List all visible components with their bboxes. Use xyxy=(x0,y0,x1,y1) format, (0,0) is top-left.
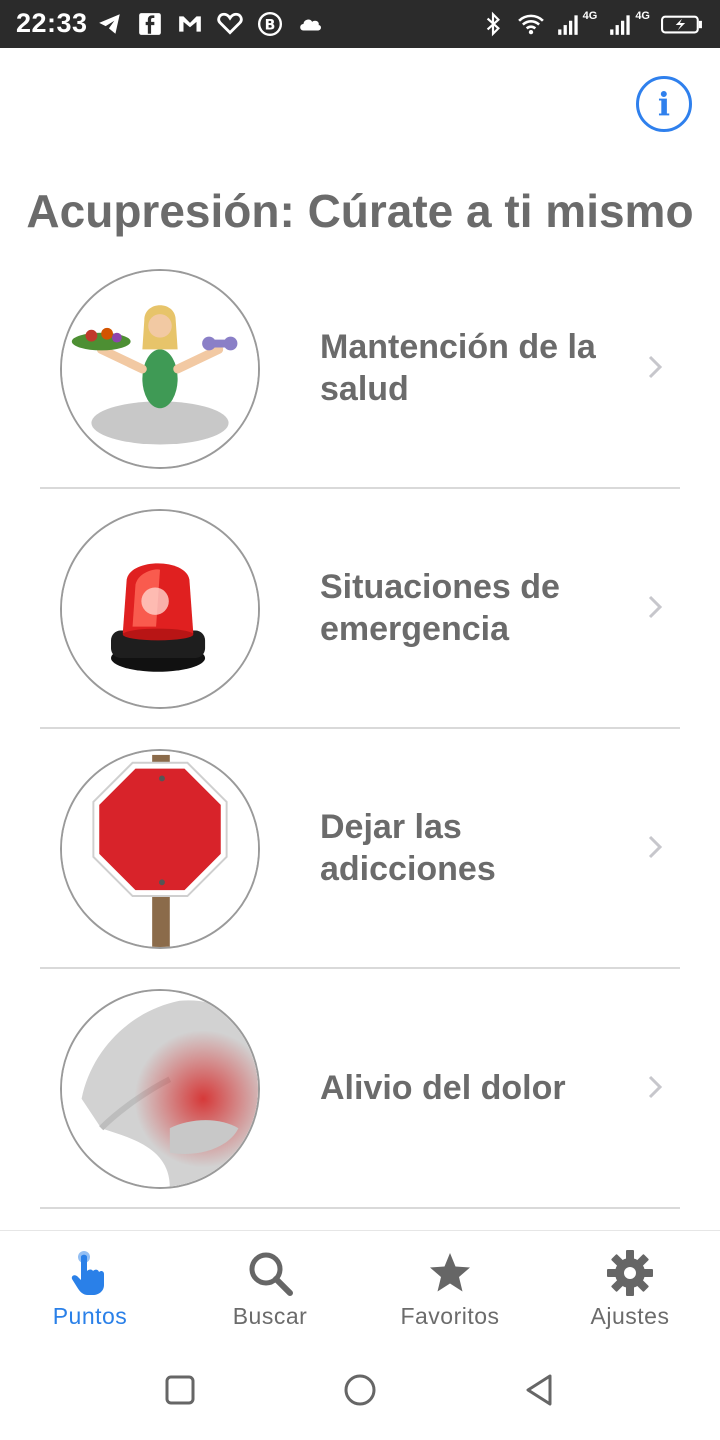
signal-icon xyxy=(555,10,583,38)
heart-icon xyxy=(216,10,244,38)
gmail-icon xyxy=(176,10,204,38)
category-item-emergency[interactable]: Situaciones de emergencia xyxy=(40,489,680,729)
cloud-icon xyxy=(296,10,324,38)
telegram-icon xyxy=(96,10,124,38)
facebook-icon xyxy=(136,10,164,38)
battery-charging-icon xyxy=(660,10,704,38)
recents-button[interactable] xyxy=(160,1370,200,1410)
chevron-right-icon xyxy=(648,835,663,859)
page-title: Acupresión: Cúrate a ti mismo xyxy=(26,185,694,237)
category-item-partial[interactable] xyxy=(40,1209,680,1229)
chevron-right-icon xyxy=(648,1075,663,1099)
network-type-label: 4G xyxy=(582,10,598,22)
category-image-stop-sign xyxy=(60,749,260,949)
category-image-woman-yoga xyxy=(60,269,260,469)
tab-ajustes[interactable]: Ajustes xyxy=(540,1231,720,1341)
tab-favoritos[interactable]: Favoritos xyxy=(360,1231,540,1341)
status-time: 22:33 xyxy=(16,8,88,38)
category-item-pain-relief[interactable]: Alivio del dolor xyxy=(40,969,680,1209)
system-navigation-bar xyxy=(0,1340,720,1440)
tab-label: Favoritos xyxy=(400,1303,500,1329)
status-bar: 22:33 B 4G 4G xyxy=(0,0,720,48)
category-label: Mantención de la salud xyxy=(320,328,596,408)
category-list[interactable]: Mantención de la salud Situaciones de em… xyxy=(40,249,680,1229)
square-icon xyxy=(165,1375,195,1405)
signal-icon xyxy=(607,10,635,38)
pointing-hand-icon xyxy=(71,1251,104,1295)
back-triangle-icon xyxy=(526,1374,552,1406)
svg-text:B: B xyxy=(265,17,276,33)
wifi-icon xyxy=(517,10,545,38)
gear-icon xyxy=(607,1250,653,1296)
network-type-label: 4G xyxy=(635,10,650,22)
category-image-back-pain xyxy=(60,989,260,1189)
category-image-siren xyxy=(60,509,260,709)
chevron-right-icon xyxy=(648,355,663,379)
home-button[interactable] xyxy=(340,1370,380,1410)
search-icon xyxy=(249,1252,293,1296)
info-button[interactable]: i xyxy=(636,76,692,132)
tab-buscar[interactable]: Buscar xyxy=(180,1231,360,1341)
info-icon: i xyxy=(657,85,671,123)
circle-icon xyxy=(344,1374,376,1406)
bluetooth-icon xyxy=(479,10,507,38)
bottom-tab-bar: Puntos Buscar Favoritos Ajustes xyxy=(0,1230,720,1341)
back-button[interactable] xyxy=(520,1370,560,1410)
category-item-addictions[interactable]: Dejar las adicciones xyxy=(40,729,680,969)
tab-label: Buscar xyxy=(232,1303,308,1329)
tab-puntos[interactable]: Puntos xyxy=(0,1231,180,1341)
b-circle-icon: B xyxy=(256,10,284,38)
tab-label: Ajustes xyxy=(590,1303,670,1329)
chevron-right-icon xyxy=(648,595,663,619)
star-icon xyxy=(430,1253,470,1292)
category-label: Dejar las adicciones xyxy=(320,808,496,888)
category-label: Situaciones de emergencia xyxy=(320,568,560,648)
category-item-health[interactable]: Mantención de la salud xyxy=(40,249,680,489)
category-label: Alivio del dolor xyxy=(320,1069,566,1107)
tab-label: Puntos xyxy=(52,1303,128,1329)
